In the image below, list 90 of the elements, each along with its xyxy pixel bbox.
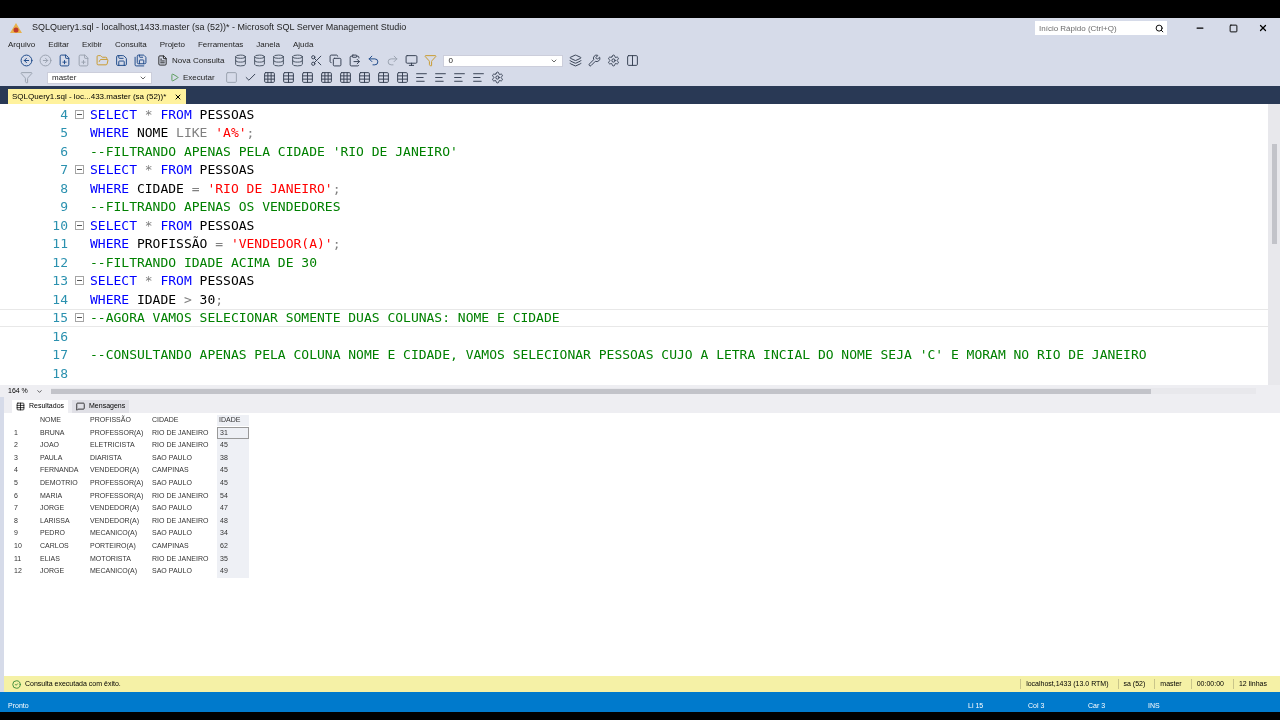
- code-line: --CONSULTANDO APENAS PELA COLUNA NOME E CIDADE, VAMOS SELECIONAR PESSOAS CUJO A LETRA INCIAL DO NOME SEJA 'C' E MORAM NO RIO DE JANEIRO: [90, 346, 1147, 364]
- paste-icon[interactable]: [348, 54, 362, 67]
- save-icon[interactable]: [115, 54, 128, 67]
- message-icon: [76, 402, 86, 411]
- quick-launch-field[interactable]: Início Rápido (Ctrl+Q): [1035, 21, 1167, 35]
- grid-icon: [16, 402, 25, 411]
- settings-icon[interactable]: [607, 54, 621, 67]
- code-line: SELECT * FROM PESSOAS: [90, 105, 255, 124]
- layers-icon[interactable]: [569, 54, 583, 67]
- grid-icon[interactable]: [338, 71, 352, 84]
- app-logo-icon: [8, 21, 24, 35]
- new-query-button[interactable]: Nova Consulta: [153, 54, 229, 67]
- undo-icon[interactable]: [367, 54, 381, 67]
- window-icon[interactable]: [405, 54, 419, 67]
- line-number: 10: [51, 216, 68, 235]
- line-number: 9: [59, 198, 68, 216]
- back-icon[interactable]: [20, 54, 33, 67]
- code-line: WHERE IDADE > 30;: [90, 290, 224, 309]
- menu-item[interactable]: Exibir: [82, 39, 103, 51]
- menu-item[interactable]: Ferramentas: [198, 39, 244, 51]
- line-number: 5: [59, 124, 68, 142]
- menu-item[interactable]: Janela: [256, 39, 280, 51]
- line-number: 8: [59, 179, 68, 198]
- play-icon: [170, 73, 179, 82]
- line-number: 17: [51, 346, 68, 364]
- code-line: --FILTRANDO APENAS PELA CIDADE 'RIO DE JANEIRO': [90, 142, 458, 161]
- line-number: 6: [59, 142, 68, 161]
- window-title: SQLQuery1.sql - localhost,1433.master (sa (52))* - Microsoft SQL Server Management Studio: [32, 21, 407, 35]
- code-line: WHERE PROFISSÃO = 'VENDEDOR(A)';: [90, 235, 341, 253]
- code-line: WHERE NOME LIKE 'A%';: [90, 124, 255, 142]
- grid-icon[interactable]: [262, 71, 276, 84]
- execute-button[interactable]: Executar: [166, 71, 219, 84]
- menu-item[interactable]: Projeto: [159, 39, 185, 51]
- value-dropdown[interactable]: 0: [443, 54, 564, 67]
- cut-icon[interactable]: [310, 54, 324, 67]
- line-number: 18: [51, 364, 68, 383]
- search-icon: [1155, 23, 1164, 33]
- close-icon[interactable]: [174, 92, 183, 101]
- line-number: 12: [51, 253, 68, 272]
- copy-icon[interactable]: [329, 54, 343, 67]
- table-icon[interactable]: [357, 71, 371, 84]
- code-line: --FILTRANDO IDADE ACIMA DE 30: [90, 253, 317, 272]
- code-line: SELECT * FROM PESSOAS: [90, 161, 255, 179]
- collapse-icon[interactable]: [74, 313, 84, 323]
- collapse-icon[interactable]: [74, 109, 84, 119]
- caret-icon[interactable]: [35, 387, 43, 395]
- line-number: 13: [51, 272, 68, 290]
- wrench-icon[interactable]: [588, 54, 602, 67]
- table-icon[interactable]: [395, 71, 409, 84]
- line-number: 7: [59, 161, 68, 179]
- save-all-icon[interactable]: [134, 54, 147, 67]
- table-icon[interactable]: [281, 71, 295, 84]
- line-number: 15: [51, 309, 68, 327]
- table-icon[interactable]: [300, 71, 314, 84]
- indent-icon[interactable]: [452, 71, 466, 84]
- collapse-icon[interactable]: [74, 165, 84, 175]
- grid-icon[interactable]: [319, 71, 333, 84]
- check-icon[interactable]: [243, 71, 257, 84]
- menu-item[interactable]: Arquivo: [8, 39, 36, 51]
- line-number: 16: [51, 327, 68, 346]
- document-tab[interactable]: SQLQuery1.sql - loc...433.master (sa (52))*: [8, 89, 187, 104]
- menu-item[interactable]: Editar: [48, 39, 70, 51]
- align-icon[interactable]: [414, 71, 428, 84]
- database-dropdown[interactable]: master: [47, 71, 152, 84]
- line-number: 4: [59, 105, 68, 124]
- code-line: WHERE CIDADE = 'RIO DE JANEIRO';: [90, 179, 341, 198]
- success-icon: [12, 679, 21, 689]
- database-icon[interactable]: [234, 54, 248, 67]
- outdent-icon[interactable]: [471, 71, 485, 84]
- line-number: 11: [51, 235, 68, 253]
- panel-icon[interactable]: [626, 54, 640, 67]
- code-line: SELECT * FROM PESSOAS: [90, 216, 255, 235]
- collapse-icon[interactable]: [74, 220, 84, 230]
- line-number: 14: [51, 290, 68, 309]
- database-icon[interactable]: [253, 54, 267, 67]
- close-icon[interactable]: [1258, 23, 1268, 33]
- restore-icon[interactable]: [1229, 23, 1238, 33]
- table-icon[interactable]: [376, 71, 390, 84]
- menu-item[interactable]: Ajuda: [292, 39, 314, 51]
- document-icon: [157, 55, 168, 66]
- database-icon[interactable]: [291, 54, 305, 67]
- align-icon[interactable]: [433, 71, 447, 84]
- new-file-icon[interactable]: [58, 54, 71, 67]
- settings-icon[interactable]: [490, 71, 504, 84]
- collapse-icon[interactable]: [74, 276, 84, 286]
- code-line: --FILTRANDO APENAS OS VENDEDORES: [90, 198, 341, 216]
- menu-item[interactable]: Consulta: [115, 39, 147, 51]
- database-icon[interactable]: [272, 54, 286, 67]
- code-line: SELECT * FROM PESSOAS: [90, 272, 255, 290]
- code-line: --AGORA VAMOS SELECIONAR SOMENTE DUAS COLUNAS: NOME E CIDADE: [90, 309, 560, 327]
